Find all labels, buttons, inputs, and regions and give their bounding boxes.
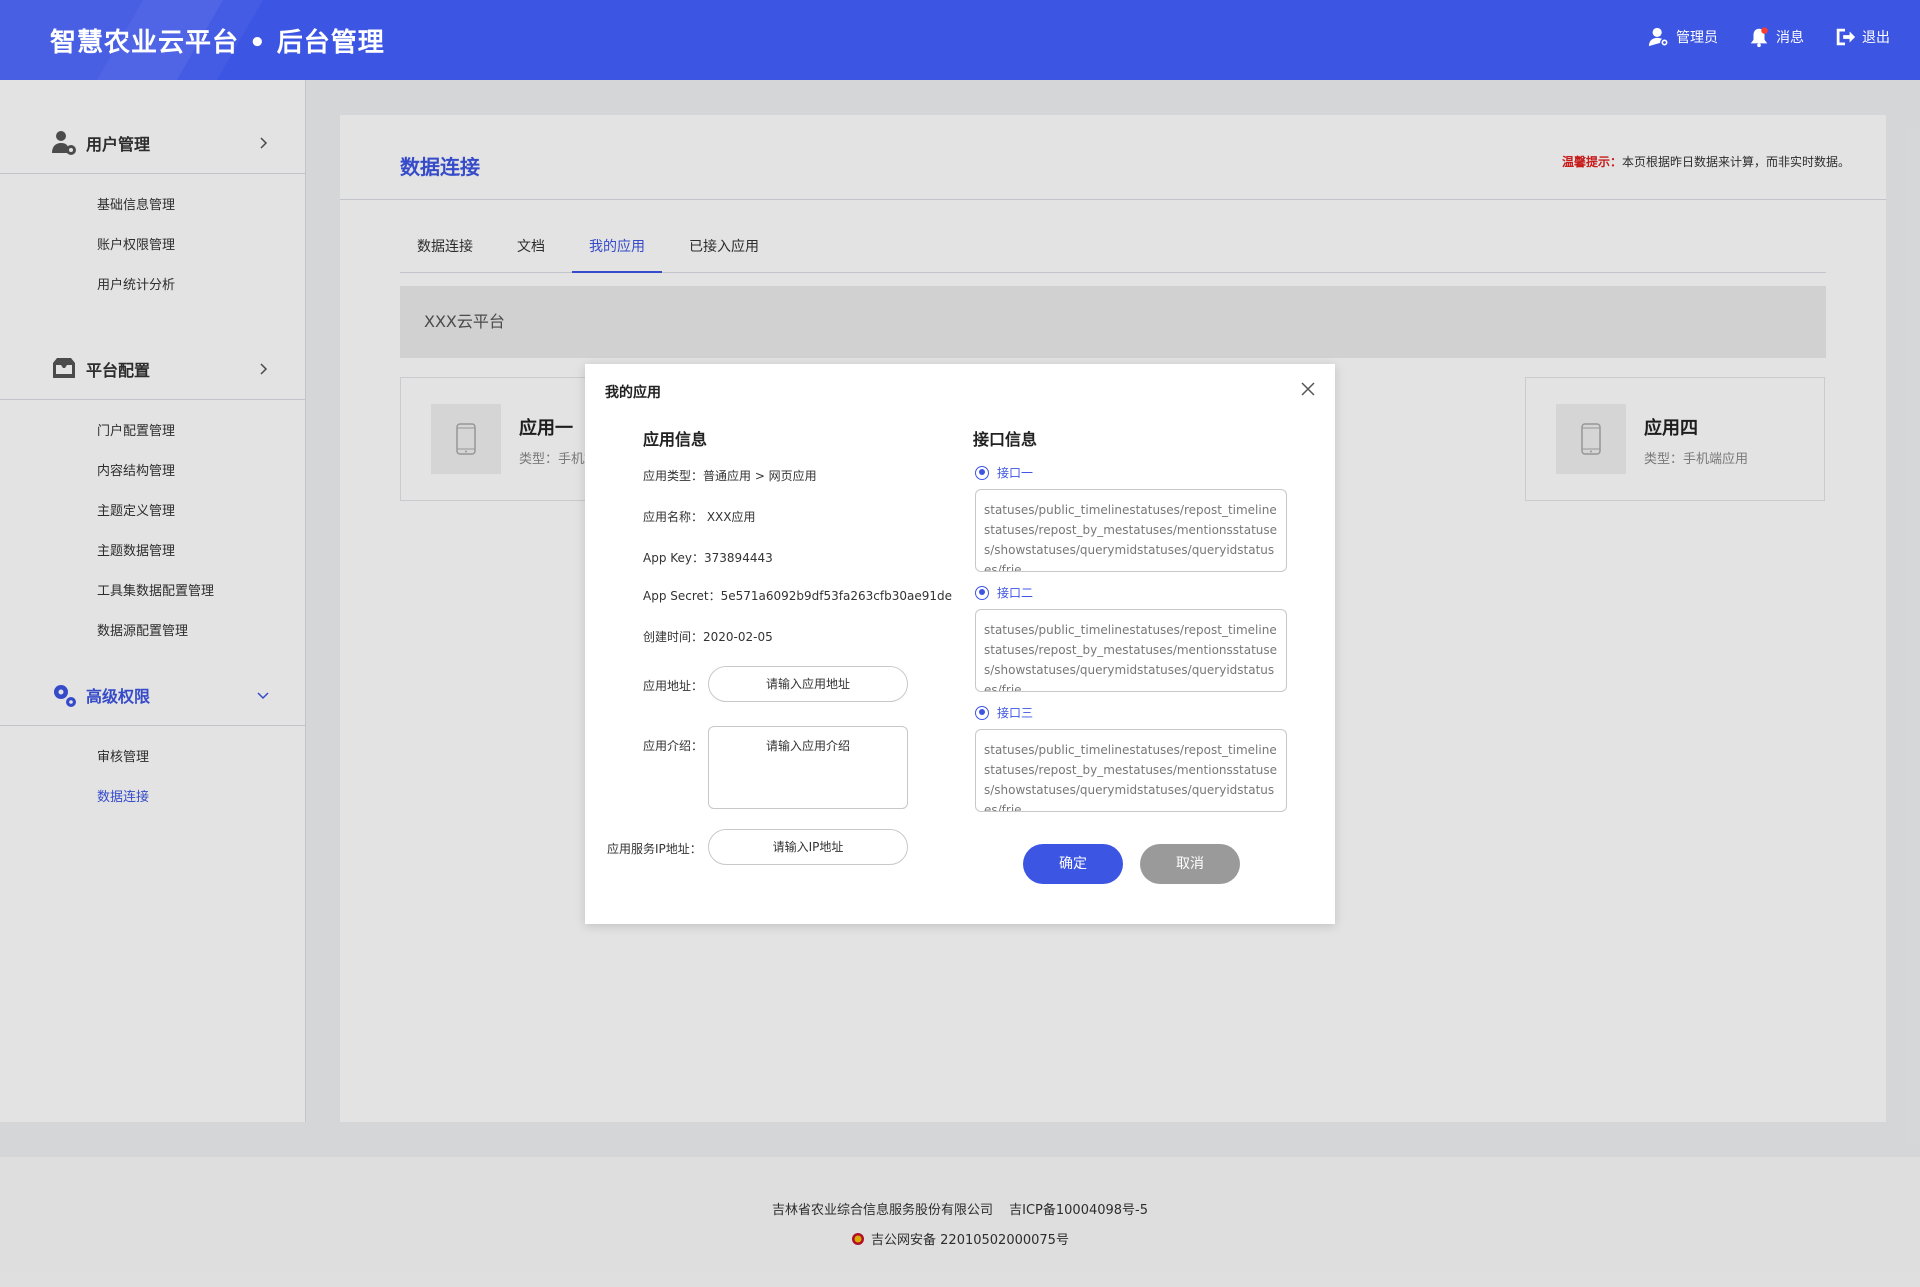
ip-address-input[interactable] bbox=[708, 829, 908, 865]
sidebar: 用户管理 基础信息管理 账户权限管理 用户统计分析 平台配置 门户配置管理 内容… bbox=[0, 80, 306, 1122]
tab-docs[interactable]: 文档 bbox=[500, 221, 562, 273]
tab-bar: 数据连接 文档 我的应用 已接入应用 bbox=[400, 221, 1826, 273]
sidebar-item-basic-info[interactable]: 基础信息管理 bbox=[0, 186, 305, 226]
sidebar-item-user-statistics[interactable]: 用户统计分析 bbox=[0, 266, 305, 306]
logout-button[interactable]: 退出 bbox=[1834, 26, 1890, 48]
app-thumbnail bbox=[431, 404, 501, 474]
footer-icp[interactable]: 吉ICP备10004098号-5 bbox=[1009, 1203, 1148, 1218]
app-intro-label: 应用介绍： bbox=[643, 739, 704, 753]
sidebar-item-account-permissions[interactable]: 账户权限管理 bbox=[0, 226, 305, 266]
tab-data-connection[interactable]: 数据连接 bbox=[400, 221, 490, 273]
api-radio-3[interactable]: 接口三 bbox=[975, 704, 1033, 721]
confirm-button[interactable]: 确定 bbox=[1023, 844, 1123, 884]
phone-icon bbox=[456, 423, 476, 455]
submenu-advanced: 审核管理 数据连接 bbox=[0, 726, 305, 824]
submenu-platform: 门户配置管理 内容结构管理 主题定义管理 主题数据管理 工具集数据配置管理 数据… bbox=[0, 400, 305, 658]
menu-head-label: 平台配置 bbox=[86, 360, 151, 380]
menu-head-advanced-permissions[interactable]: 高级权限 bbox=[0, 664, 305, 726]
dialog-title: 我的应用 bbox=[605, 385, 661, 401]
ip-address-label: 应用服务IP地址： bbox=[607, 842, 702, 856]
logout-label: 退出 bbox=[1862, 30, 1890, 46]
close-icon[interactable] bbox=[1299, 380, 1317, 398]
menu-head-label: 用户管理 bbox=[86, 134, 151, 154]
app-url-label: 应用地址： bbox=[643, 679, 704, 693]
api-label: 接口三 bbox=[997, 706, 1034, 720]
sidebar-item-theme-definition[interactable]: 主题定义管理 bbox=[0, 492, 305, 532]
app-info-title: 应用信息 bbox=[643, 430, 708, 449]
tab-my-apps[interactable]: 我的应用 bbox=[572, 221, 662, 273]
submenu-user: 基础信息管理 账户权限管理 用户统计分析 bbox=[0, 174, 305, 312]
sidebar-item-data-connection[interactable]: 数据连接 bbox=[0, 778, 305, 818]
admin-label: 管理员 bbox=[1676, 30, 1718, 46]
radio-selected-icon bbox=[975, 465, 989, 480]
app-name: 应用四 bbox=[1644, 418, 1698, 439]
footer-company: 吉林省农业综合信息服务股份有限公司 bbox=[771, 1203, 993, 1218]
menu-head-platform-config[interactable]: 平台配置 bbox=[0, 338, 305, 400]
page-title: 数据连接 bbox=[400, 155, 480, 179]
messages-button[interactable]: 消息 bbox=[1748, 26, 1804, 48]
app-url-input[interactable] bbox=[708, 666, 908, 702]
app-secret-info: App Secret：5e571a6092b9df53fa263cfb30ae9… bbox=[643, 589, 952, 603]
inbox-icon bbox=[53, 357, 75, 378]
tip-text: 本页根据昨日数据来计算，而非实时数据。 bbox=[1621, 155, 1850, 169]
created-date-info: 创建时间：2020-02-05 bbox=[643, 630, 773, 644]
api-content-box: statuses/public_timelinestatuses/repost_… bbox=[975, 729, 1287, 812]
app-title: 智慧农业云平台 • 后台管理 bbox=[50, 28, 385, 58]
app-name-info: 应用名称： XXX应用 bbox=[643, 510, 756, 524]
chevron-right-icon bbox=[260, 363, 268, 375]
logout-icon bbox=[1836, 28, 1856, 46]
app-type-info: 应用类型：普通应用 > 网页应用 bbox=[643, 469, 817, 483]
chevron-right-icon bbox=[260, 137, 268, 149]
footer-line: 吉公网安备 22010502000075号 bbox=[0, 1229, 1920, 1248]
app-card[interactable]: 应用四 类型：手机端应用 bbox=[1525, 377, 1825, 501]
platform-name: XXX云平台 bbox=[400, 286, 1826, 358]
app-type: 类型：手机端应用 bbox=[1644, 452, 1749, 467]
admin-button[interactable]: 管理员 bbox=[1648, 26, 1718, 48]
sidebar-item-content-structure[interactable]: 内容结构管理 bbox=[0, 452, 305, 492]
gears-icon bbox=[54, 684, 76, 707]
cancel-button[interactable]: 取消 bbox=[1140, 844, 1240, 884]
app-thumbnail bbox=[1556, 404, 1626, 474]
api-content-box: statuses/public_timelinestatuses/repost_… bbox=[975, 609, 1287, 692]
bell-icon bbox=[1750, 27, 1768, 48]
api-label: 接口二 bbox=[997, 586, 1034, 600]
messages-label: 消息 bbox=[1776, 30, 1804, 46]
api-radio-2[interactable]: 接口二 bbox=[975, 584, 1033, 601]
chevron-down-icon bbox=[257, 692, 269, 700]
user-settings-icon bbox=[52, 130, 76, 155]
menu-head-user-management[interactable]: 用户管理 bbox=[0, 112, 305, 174]
phone-icon bbox=[1581, 423, 1601, 455]
api-content-box: statuses/public_timelinestatuses/repost_… bbox=[975, 489, 1287, 572]
sidebar-item-review[interactable]: 审核管理 bbox=[0, 738, 305, 778]
tab-connected-apps[interactable]: 已接入应用 bbox=[672, 221, 776, 273]
menu-group-platform: 平台配置 门户配置管理 内容结构管理 主题定义管理 主题数据管理 工具集数据配置… bbox=[0, 338, 305, 658]
sidebar-item-datasource-config[interactable]: 数据源配置管理 bbox=[0, 612, 305, 652]
footer-police[interactable]: 吉公网安备 22010502000075号 bbox=[871, 1229, 1069, 1248]
divider bbox=[340, 199, 1886, 200]
radio-selected-icon bbox=[975, 585, 989, 600]
sidebar-item-theme-data[interactable]: 主题数据管理 bbox=[0, 532, 305, 572]
radio-selected-icon bbox=[975, 705, 989, 720]
app-name: 应用一 bbox=[519, 418, 573, 439]
api-radio-1[interactable]: 接口一 bbox=[975, 464, 1033, 481]
api-label: 接口一 bbox=[997, 466, 1034, 480]
sidebar-item-toolset-data[interactable]: 工具集数据配置管理 bbox=[0, 572, 305, 612]
sidebar-item-portal-config[interactable]: 门户配置管理 bbox=[0, 412, 305, 452]
api-info-title: 接口信息 bbox=[973, 430, 1038, 449]
tip-key: 温馨提示： bbox=[1561, 155, 1622, 169]
police-badge-icon bbox=[852, 1232, 865, 1245]
user-icon bbox=[1648, 27, 1669, 47]
footer: 吉林省农业综合信息服务股份有限公司 吉ICP备10004098号-5 吉公网安备… bbox=[0, 1157, 1920, 1287]
app-intro-input[interactable] bbox=[708, 726, 908, 809]
header-actions: 管理员 消息 退出 bbox=[1648, 26, 1890, 48]
my-app-dialog: 我的应用 应用信息 应用类型：普通应用 > 网页应用 应用名称： XXX应用 A… bbox=[585, 364, 1335, 924]
tip-notice: 温馨提示：本页根据昨日数据来计算，而非实时数据。 bbox=[1562, 153, 1850, 170]
top-header: 智慧农业云平台 • 后台管理 管理员 消息 退出 bbox=[0, 0, 1920, 80]
footer-line: 吉林省农业综合信息服务股份有限公司 吉ICP备10004098号-5 bbox=[0, 1199, 1920, 1218]
menu-group-user: 用户管理 基础信息管理 账户权限管理 用户统计分析 bbox=[0, 112, 305, 312]
app-key-info: App Key：373894443 bbox=[643, 551, 773, 565]
menu-head-label: 高级权限 bbox=[86, 686, 151, 706]
menu-group-advanced: 高级权限 审核管理 数据连接 bbox=[0, 664, 305, 824]
